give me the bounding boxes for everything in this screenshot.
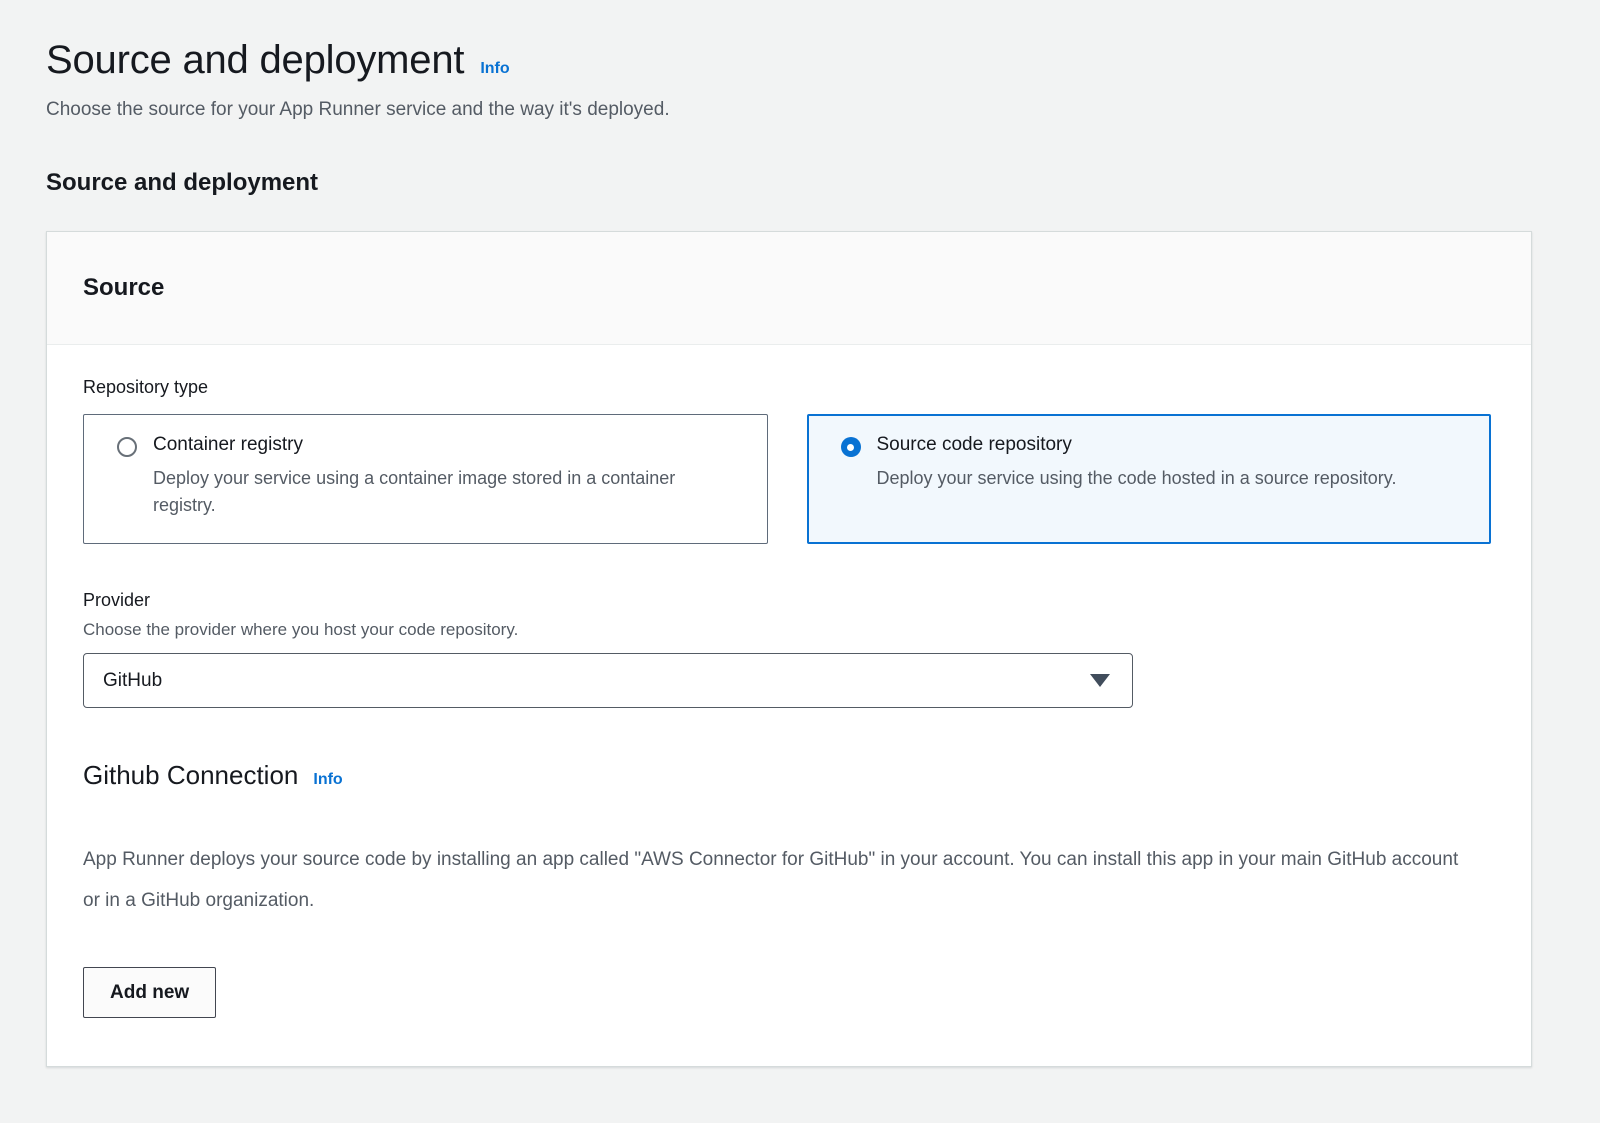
source-panel-body: Repository type Container registry Deplo… bbox=[47, 345, 1531, 1066]
source-panel: Source Repository type Container registr… bbox=[46, 231, 1532, 1067]
page-subtitle: Choose the source for your App Runner se… bbox=[46, 99, 1532, 121]
page-title-info-link[interactable]: Info bbox=[480, 60, 509, 78]
tile-container-registry[interactable]: Container registry Deploy your service u… bbox=[83, 414, 768, 544]
tile-title: Source code repository bbox=[877, 434, 1072, 455]
provider-select[interactable]: GitHub bbox=[83, 653, 1133, 708]
add-new-button[interactable]: Add new bbox=[83, 967, 216, 1018]
radio-button-checked-icon[interactable] bbox=[841, 437, 861, 457]
github-connection-description: App Runner deploys your source code by i… bbox=[83, 839, 1473, 921]
github-connection-heading: Github Connection bbox=[83, 760, 298, 791]
github-connection-header: Github Connection Info bbox=[83, 760, 1491, 791]
repository-type-tiles: Container registry Deploy your service u… bbox=[83, 414, 1491, 544]
provider-label: Provider bbox=[83, 590, 1491, 611]
page-content: Source and deployment Info Choose the so… bbox=[0, 0, 1600, 1067]
provider-description: Choose the provider where you host your … bbox=[83, 620, 1491, 640]
github-connection-info-link[interactable]: Info bbox=[313, 771, 342, 789]
section-heading: Source and deployment bbox=[46, 169, 1532, 197]
tile-description: Deploy your service using the code hoste… bbox=[877, 465, 1397, 492]
page-title: Source and deployment bbox=[46, 38, 464, 83]
radio-button-icon[interactable] bbox=[117, 437, 137, 457]
repository-type-label: Repository type bbox=[83, 377, 1491, 398]
provider-select-value: GitHub bbox=[103, 670, 162, 692]
tile-title: Container registry bbox=[153, 434, 303, 455]
tile-text: Source code repository Deploy your servi… bbox=[877, 434, 1397, 492]
caret-down-icon bbox=[1090, 674, 1110, 687]
source-panel-header: Source bbox=[47, 232, 1531, 345]
source-panel-title: Source bbox=[83, 274, 164, 301]
page-header: Source and deployment Info bbox=[46, 38, 1532, 83]
tile-text: Container registry Deploy your service u… bbox=[153, 434, 713, 519]
tile-description: Deploy your service using a container im… bbox=[153, 465, 713, 519]
tile-source-code-repository[interactable]: Source code repository Deploy your servi… bbox=[807, 414, 1492, 544]
provider-field: Provider Choose the provider where you h… bbox=[83, 590, 1491, 708]
